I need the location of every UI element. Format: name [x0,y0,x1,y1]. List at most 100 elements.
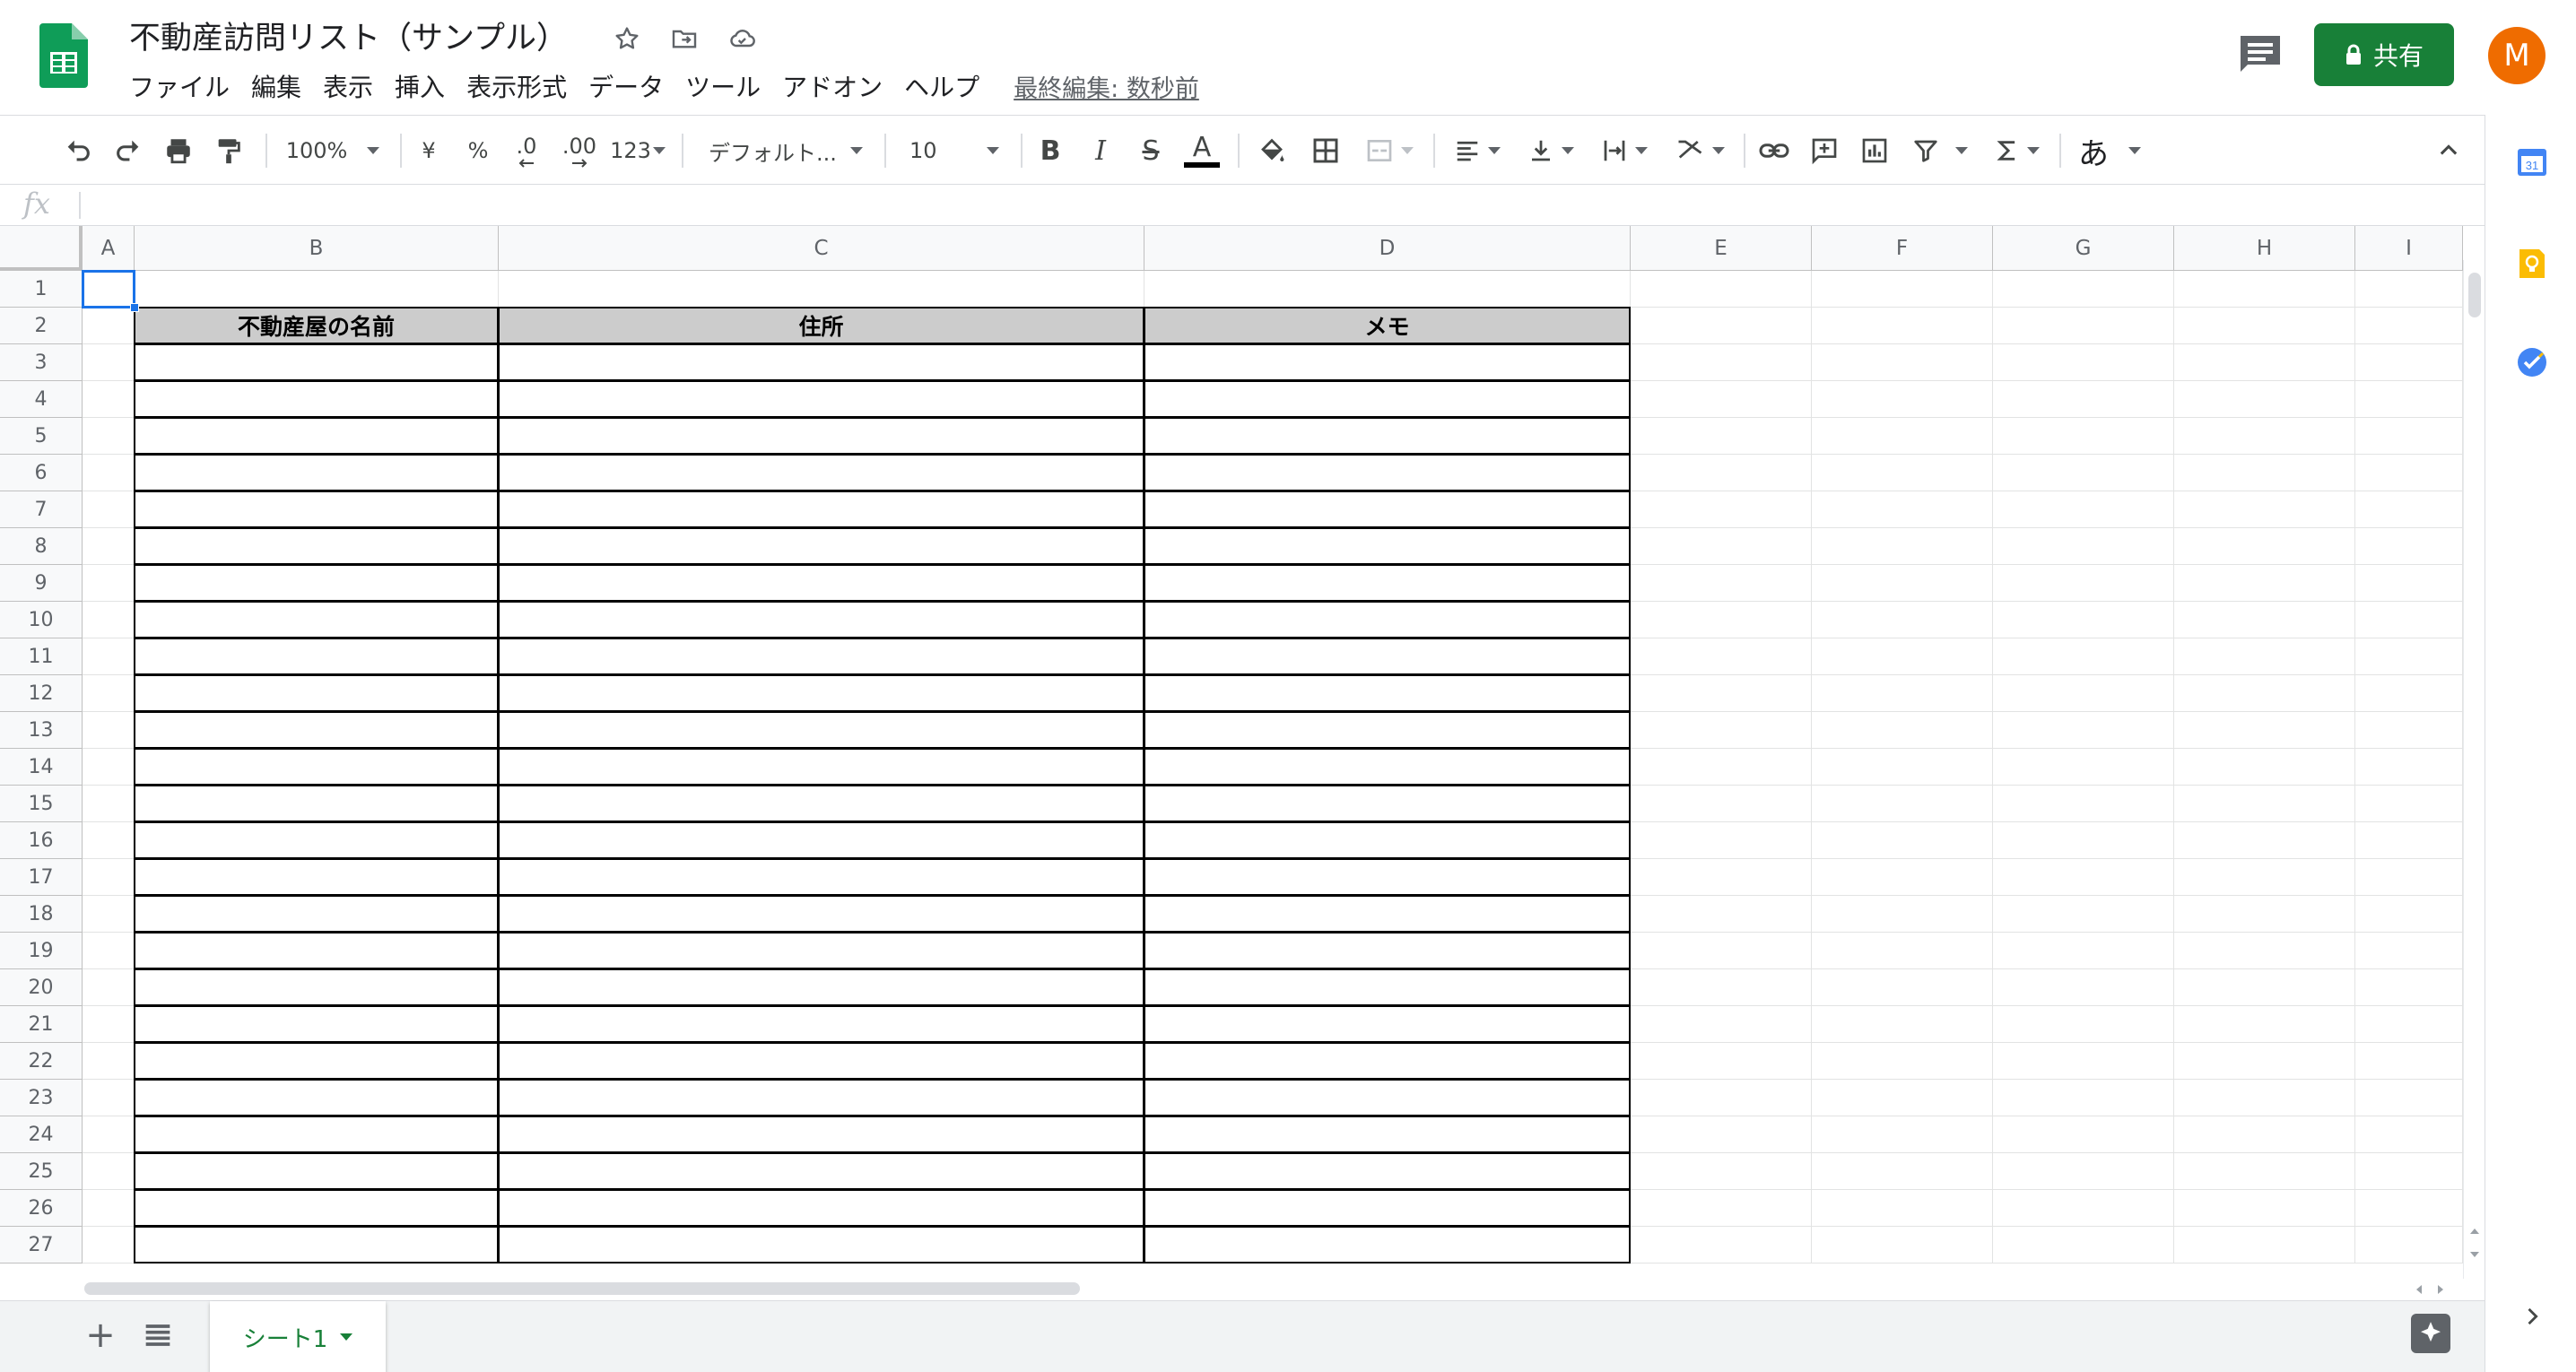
cell[interactable] [1631,1190,1812,1227]
cell[interactable] [1993,308,2174,344]
cell[interactable] [2355,1116,2463,1153]
filter-icon[interactable] [1905,128,1975,173]
cell[interactable] [1993,1116,2174,1153]
column-header-c[interactable]: C [499,226,1144,271]
cell[interactable] [2174,1227,2355,1263]
table-cell[interactable] [1144,343,1631,381]
row-header-24[interactable]: 24 [0,1116,83,1153]
table-cell[interactable] [1144,1116,1631,1153]
strikethrough-button[interactable]: S [1134,128,1168,173]
table-cell[interactable] [498,785,1144,822]
table-cell[interactable] [498,527,1144,565]
cell[interactable] [1812,491,1993,528]
table-cell[interactable] [498,674,1144,712]
table-cell[interactable] [498,638,1144,675]
table-cell[interactable] [134,343,499,381]
table-cell[interactable] [498,1116,1144,1153]
row-header-21[interactable]: 21 [0,1006,83,1043]
undo-icon[interactable] [59,128,97,173]
cell[interactable] [83,455,135,491]
cell[interactable] [1631,712,1812,749]
expand-side-panel-icon[interactable] [2519,1304,2545,1329]
menu-addons[interactable]: アドオン [771,68,893,104]
cell[interactable] [1993,933,2174,969]
cell[interactable] [83,418,135,455]
row-header-15[interactable]: 15 [0,786,83,822]
cell[interactable] [2355,455,2463,491]
table-cell[interactable] [134,1116,499,1153]
cell[interactable] [2355,933,2463,969]
share-button[interactable]: 共有 [2314,23,2454,86]
cell[interactable] [1993,565,2174,602]
cell[interactable] [2355,1190,2463,1227]
cell[interactable] [2355,638,2463,675]
cell[interactable] [2174,344,2355,381]
cell[interactable] [83,528,135,565]
cell[interactable] [1812,455,1993,491]
insert-link-icon[interactable] [1754,128,1794,173]
table-cell[interactable] [1144,601,1631,638]
table-cell[interactable] [134,1042,499,1080]
table-cell[interactable] [1144,380,1631,418]
table-header-cell[interactable]: 住所 [498,307,1144,344]
table-cell[interactable] [134,1189,499,1227]
cell[interactable] [1993,1043,2174,1080]
cell[interactable] [1812,1190,1993,1227]
cell[interactable] [2355,859,2463,896]
cell[interactable] [1631,491,1812,528]
menu-data[interactable]: データ [578,68,674,104]
cell[interactable] [1631,1006,1812,1043]
cell[interactable] [1631,1227,1812,1263]
table-cell[interactable] [498,711,1144,749]
cell[interactable] [1993,491,2174,528]
cell[interactable] [1812,675,1993,712]
font-family-select[interactable]: デフォルト... [698,128,874,173]
cell[interactable] [1812,565,1993,602]
table-cell[interactable] [134,748,499,786]
cell[interactable] [83,638,135,675]
table-cell[interactable] [498,748,1144,786]
cell[interactable] [1993,381,2174,418]
cell[interactable] [2174,1190,2355,1227]
cell[interactable] [2174,859,2355,896]
table-cell[interactable] [134,932,499,969]
table-cell[interactable] [1144,454,1631,491]
table-cell[interactable] [1144,674,1631,712]
cell[interactable] [1993,786,2174,822]
table-cell[interactable] [134,821,499,859]
cell[interactable] [2355,749,2463,786]
chevron-down-icon[interactable] [340,1333,353,1341]
cell[interactable] [1993,712,2174,749]
table-cell[interactable] [1144,564,1631,602]
cell[interactable] [1812,1227,1993,1263]
table-cell[interactable] [498,491,1144,528]
cell[interactable] [1812,418,1993,455]
table-cell[interactable] [1144,1042,1631,1080]
table-cell[interactable] [1144,968,1631,1006]
table-cell[interactable] [134,491,499,528]
cell[interactable] [1812,344,1993,381]
last-edit-link[interactable]: 最終編集: 数秒前 [1014,69,1199,104]
horizontal-scrollbar[interactable] [83,1279,2463,1300]
cell[interactable] [1631,969,1812,1006]
cell[interactable] [2174,933,2355,969]
cell[interactable] [2355,602,2463,638]
table-cell[interactable] [498,1152,1144,1190]
column-header-h[interactable]: H [2174,226,2355,271]
cell[interactable] [2174,565,2355,602]
table-cell[interactable] [1144,821,1631,859]
cell[interactable] [1812,1080,1993,1116]
table-cell[interactable] [134,1152,499,1190]
italic-button[interactable]: I [1083,128,1118,173]
cell[interactable] [1631,455,1812,491]
cell[interactable] [1812,528,1993,565]
table-cell[interactable] [498,1226,1144,1263]
table-cell[interactable] [1144,858,1631,896]
more-formats-button[interactable]: 123 [608,128,667,173]
cell[interactable] [1993,896,2174,933]
cell[interactable] [2355,528,2463,565]
cell[interactable] [2174,491,2355,528]
row-header-6[interactable]: 6 [0,455,83,491]
cell[interactable] [1631,344,1812,381]
cell[interactable] [2355,1080,2463,1116]
